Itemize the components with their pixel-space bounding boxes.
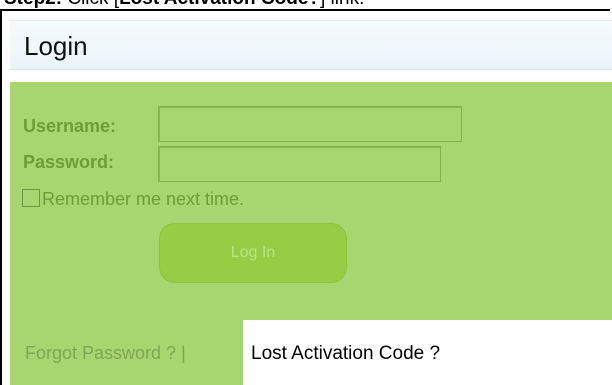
password-input[interactable] [158, 146, 441, 182]
login-header: Login [10, 20, 612, 70]
link-separator: | [181, 343, 186, 363]
instruction-step: Step2: [4, 0, 62, 9]
lost-activation-callout: Lost Activation Code ? [243, 320, 612, 385]
username-input[interactable] [158, 106, 462, 142]
instruction-text-before: Click [ [62, 0, 119, 9]
login-button[interactable]: Log In [159, 223, 347, 283]
forgot-password-link[interactable]: Forgot Password ? [25, 343, 176, 363]
instruction-text: Step2: Click [Lost Activation Code?] lin… [4, 0, 612, 9]
password-label: Password: [23, 152, 115, 172]
remember-label: Remember me next time. [42, 189, 245, 209]
footer-links: Forgot Password ? | [25, 342, 186, 364]
username-label: Username: [23, 116, 117, 136]
instruction-text-after: ] link. [320, 0, 364, 9]
remember-checkbox[interactable] [22, 189, 40, 207]
instruction-code: Lost Activation Code? [119, 0, 320, 9]
login-title: Login [24, 31, 88, 61]
lost-activation-code-link[interactable]: Lost Activation Code ? [251, 343, 440, 365]
